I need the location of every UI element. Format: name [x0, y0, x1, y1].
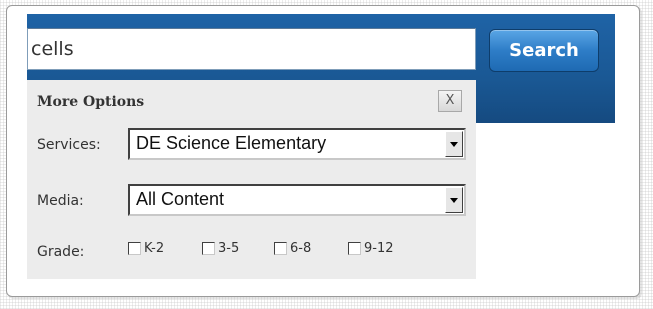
chevron-down-icon[interactable] [445, 187, 463, 213]
grade-checkbox[interactable] [202, 241, 215, 255]
more-options-title: More Options [37, 94, 145, 110]
services-select[interactable]: DE Science Elementary [128, 128, 466, 160]
grade-option-3-5[interactable]: 3-5 [202, 240, 239, 256]
grade-option-9-12[interactable]: 9-12 [348, 240, 394, 256]
grade-label: Grade: [37, 244, 85, 260]
grade-option-k-2[interactable]: K-2 [128, 240, 164, 256]
services-selected-value: DE Science Elementary [136, 133, 327, 153]
services-label: Services: [37, 137, 101, 153]
media-select[interactable]: All Content [128, 184, 466, 216]
close-icon[interactable]: X [438, 90, 462, 112]
search-input[interactable] [27, 28, 476, 70]
grade-checkbox[interactable] [128, 241, 141, 255]
media-selected-value: All Content [136, 189, 225, 209]
more-options-panel: More Options X Services: DE Science Elem… [27, 80, 476, 279]
media-label: Media: [37, 193, 84, 209]
page: Search More Options X Services: DE Scien… [0, 0, 653, 309]
grade-option-label: 3-5 [218, 240, 240, 256]
chevron-down-icon[interactable] [445, 131, 463, 157]
grade-option-label: 9-12 [364, 240, 394, 256]
grade-checkbox[interactable] [274, 241, 287, 255]
grade-option-label: K-2 [144, 240, 165, 256]
grade-option-label: 6-8 [290, 240, 312, 256]
grade-option-6-8[interactable]: 6-8 [274, 240, 311, 256]
grade-checkbox[interactable] [348, 241, 361, 255]
search-button[interactable]: Search [489, 29, 599, 72]
